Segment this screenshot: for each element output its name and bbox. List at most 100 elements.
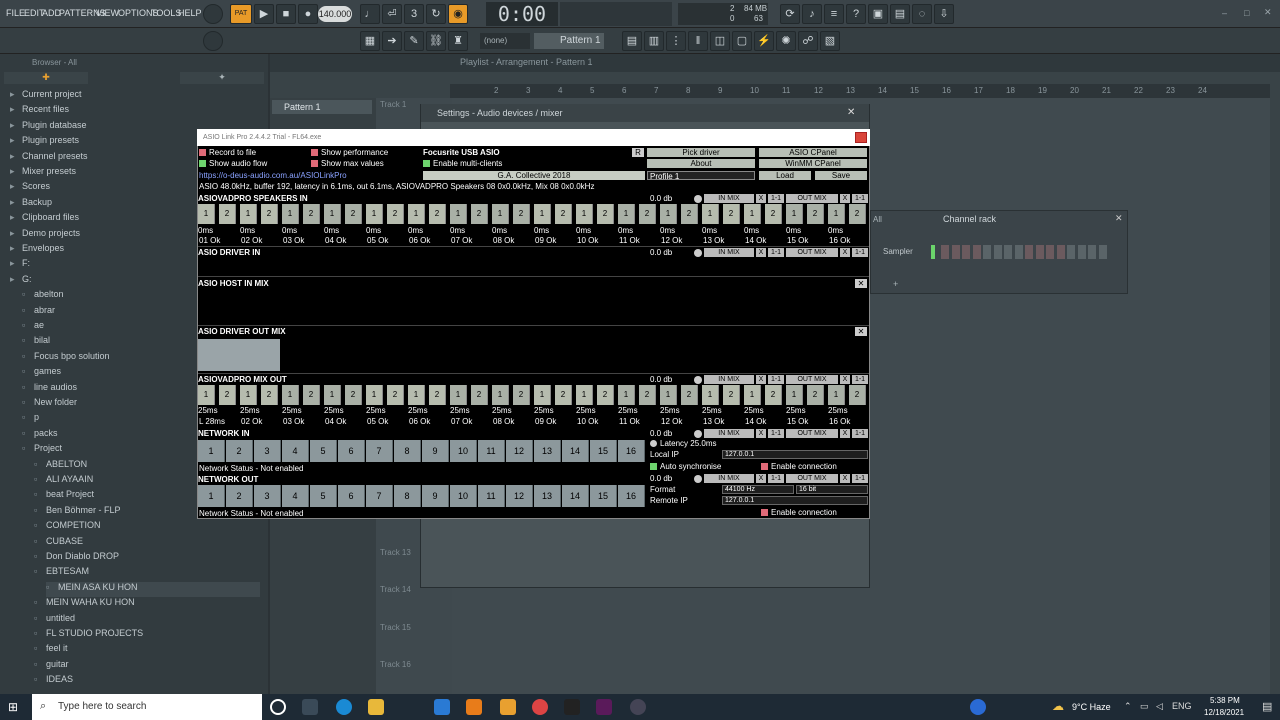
- net-in-channel[interactable]: 6: [338, 440, 365, 462]
- mix-out-channel-cell[interactable]: 1: [282, 385, 299, 405]
- mix-out-channel-cell[interactable]: 2: [387, 385, 404, 405]
- max-checkbox[interactable]: [311, 160, 318, 167]
- speakers-in-channel-cell[interactable]: 2: [765, 204, 782, 224]
- mix-out-channel-cell[interactable]: 1: [198, 385, 215, 405]
- speakers-in-channel-cell[interactable]: 2: [513, 204, 530, 224]
- volume-icon[interactable]: ◁: [1156, 701, 1163, 712]
- speakers-in-channel-cell[interactable]: 1: [198, 204, 215, 224]
- net-out-channel[interactable]: 14: [562, 485, 589, 507]
- mix-out-channel-cell[interactable]: 2: [345, 385, 362, 405]
- project-icon[interactable]: ▢: [732, 31, 752, 51]
- speakers-in-channel-cell[interactable]: 2: [345, 204, 362, 224]
- step-button[interactable]: [993, 245, 1002, 259]
- edge-icon[interactable]: [336, 699, 352, 715]
- menu-tools[interactable]: TOOLS: [151, 8, 181, 18]
- pattern-item[interactable]: Pattern 1: [272, 100, 372, 114]
- winmm-cpanel-button[interactable]: WinMM CPanel: [759, 159, 867, 168]
- stop-icon[interactable]: ■: [276, 4, 296, 24]
- speakers-in-channel-cell[interactable]: 1: [450, 204, 467, 224]
- net-in-channel[interactable]: 12: [506, 440, 533, 462]
- speakers-in-channel-cell[interactable]: 1: [324, 204, 341, 224]
- widgets-icon[interactable]: [302, 699, 318, 715]
- website-link[interactable]: https://o-deus-audio.com.au/ASIOLinkPro: [199, 171, 347, 180]
- mix-out-channel-cell[interactable]: 1: [660, 385, 677, 405]
- speakers-in-channel-cell[interactable]: 1: [534, 204, 551, 224]
- tray-chevron-icon[interactable]: ⌃: [1124, 701, 1132, 712]
- net-in-channel[interactable]: 8: [394, 440, 421, 462]
- mix-out-channel-cell[interactable]: 2: [597, 385, 614, 405]
- net-in-x1[interactable]: X: [756, 429, 766, 438]
- net-in-link2[interactable]: 1-1: [852, 429, 868, 438]
- speakers-in-channel-cell[interactable]: 2: [429, 204, 446, 224]
- settings-close-icon[interactable]: ✕: [847, 107, 855, 118]
- channel-name[interactable]: Sampler: [883, 247, 913, 256]
- mix-out-channel-cell[interactable]: 2: [807, 385, 824, 405]
- clock-date[interactable]: 12/18/2021: [1204, 708, 1244, 717]
- download-icon[interactable]: ⇩: [934, 4, 954, 24]
- speakers-in-channel-cell[interactable]: 2: [303, 204, 320, 224]
- mix-out-channel-cell[interactable]: 2: [471, 385, 488, 405]
- speakers-in-channel-cell[interactable]: 1: [702, 204, 719, 224]
- flow-option[interactable]: Show audio flow: [199, 159, 267, 168]
- loop-record-icon[interactable]: ↻: [426, 4, 446, 24]
- mic-icon[interactable]: ♪: [802, 4, 822, 24]
- browser-tab-all[interactable]: ✚: [4, 72, 88, 84]
- remote-ip-field[interactable]: 127.0.0.1: [722, 496, 868, 505]
- net-out-channel[interactable]: 5: [310, 485, 337, 507]
- speakers-in-channel-cell[interactable]: 2: [555, 204, 572, 224]
- driver-in-link2[interactable]: 1-1: [852, 248, 868, 257]
- mix-out-channel-cell[interactable]: 2: [261, 385, 278, 405]
- mix-out-channel-cell[interactable]: 1: [828, 385, 845, 405]
- menu-file[interactable]: FILE: [6, 8, 25, 18]
- net-out-out-mix[interactable]: OUT MIX: [786, 474, 838, 483]
- auto-sync-option[interactable]: Auto synchronise: [650, 462, 721, 471]
- mix-out-channel-cell[interactable]: 1: [492, 385, 509, 405]
- browser-item[interactable]: ▫ untitled: [34, 613, 260, 628]
- net-out-link2[interactable]: 1-1: [852, 474, 868, 483]
- mix-out-in-mix[interactable]: IN MIX: [704, 375, 754, 384]
- snap-icon[interactable]: ▦: [360, 31, 380, 51]
- pick-driver-button[interactable]: Pick driver: [647, 148, 755, 157]
- pitch-knob[interactable]: [203, 31, 223, 51]
- step-button[interactable]: [1056, 245, 1065, 259]
- browser-icon[interactable]: ◫: [710, 31, 730, 51]
- start-icon[interactable]: ⊞: [8, 700, 22, 714]
- step-button[interactable]: [962, 245, 970, 259]
- language-label[interactable]: ENG: [1172, 701, 1192, 711]
- save-icon[interactable]: ▣: [868, 4, 888, 24]
- wait-icon[interactable]: ⏎: [382, 4, 402, 24]
- net-in-link1[interactable]: 1-1: [768, 429, 784, 438]
- net-out-channel[interactable]: 8: [394, 485, 421, 507]
- auto-sync-checkbox[interactable]: [650, 463, 657, 470]
- browser-item[interactable]: ▫ COMPETION: [34, 520, 260, 535]
- speakers-in-channel-cell[interactable]: 1: [240, 204, 257, 224]
- driver-in-knob[interactable]: [694, 249, 702, 257]
- browser-item[interactable]: ▫ CUBASE: [34, 536, 260, 551]
- speakers-in-channel-cell[interactable]: 1: [660, 204, 677, 224]
- mix-out-x1[interactable]: X: [756, 375, 766, 384]
- net-in-channel[interactable]: 2: [226, 440, 253, 462]
- net-in-channel[interactable]: 7: [366, 440, 393, 462]
- channel-rack-close-icon[interactable]: ✕: [1115, 213, 1123, 224]
- speakers-in-channel-cell[interactable]: 2: [261, 204, 278, 224]
- speakers-in-channel-cell[interactable]: 2: [387, 204, 404, 224]
- task-view-icon[interactable]: [270, 699, 286, 715]
- device-r-button[interactable]: R: [632, 148, 644, 157]
- ableton-live-icon[interactable]: [564, 699, 580, 715]
- speakers-in-channel-cell[interactable]: 2: [597, 204, 614, 224]
- browser-item[interactable]: ▫ IDEAS: [34, 674, 260, 689]
- step-button[interactable]: [1035, 245, 1044, 259]
- fl-studio-icon[interactable]: [500, 699, 516, 715]
- driver-in-link1[interactable]: 1-1: [768, 248, 784, 257]
- driver-out-routing[interactable]: [198, 339, 280, 371]
- latency-knob[interactable]: [650, 440, 657, 447]
- net-out-channel[interactable]: 4: [282, 485, 309, 507]
- channelrack-icon[interactable]: ⋮: [666, 31, 686, 51]
- blend-notes-icon[interactable]: ◉: [448, 4, 468, 24]
- mail-icon[interactable]: [434, 699, 450, 715]
- mixer-view-icon[interactable]: ‖: [688, 31, 708, 51]
- channel-led[interactable]: [931, 245, 935, 259]
- record-checkbox[interactable]: [199, 149, 206, 156]
- mix-out-x2[interactable]: X: [840, 375, 850, 384]
- net-out-channel[interactable]: 6: [338, 485, 365, 507]
